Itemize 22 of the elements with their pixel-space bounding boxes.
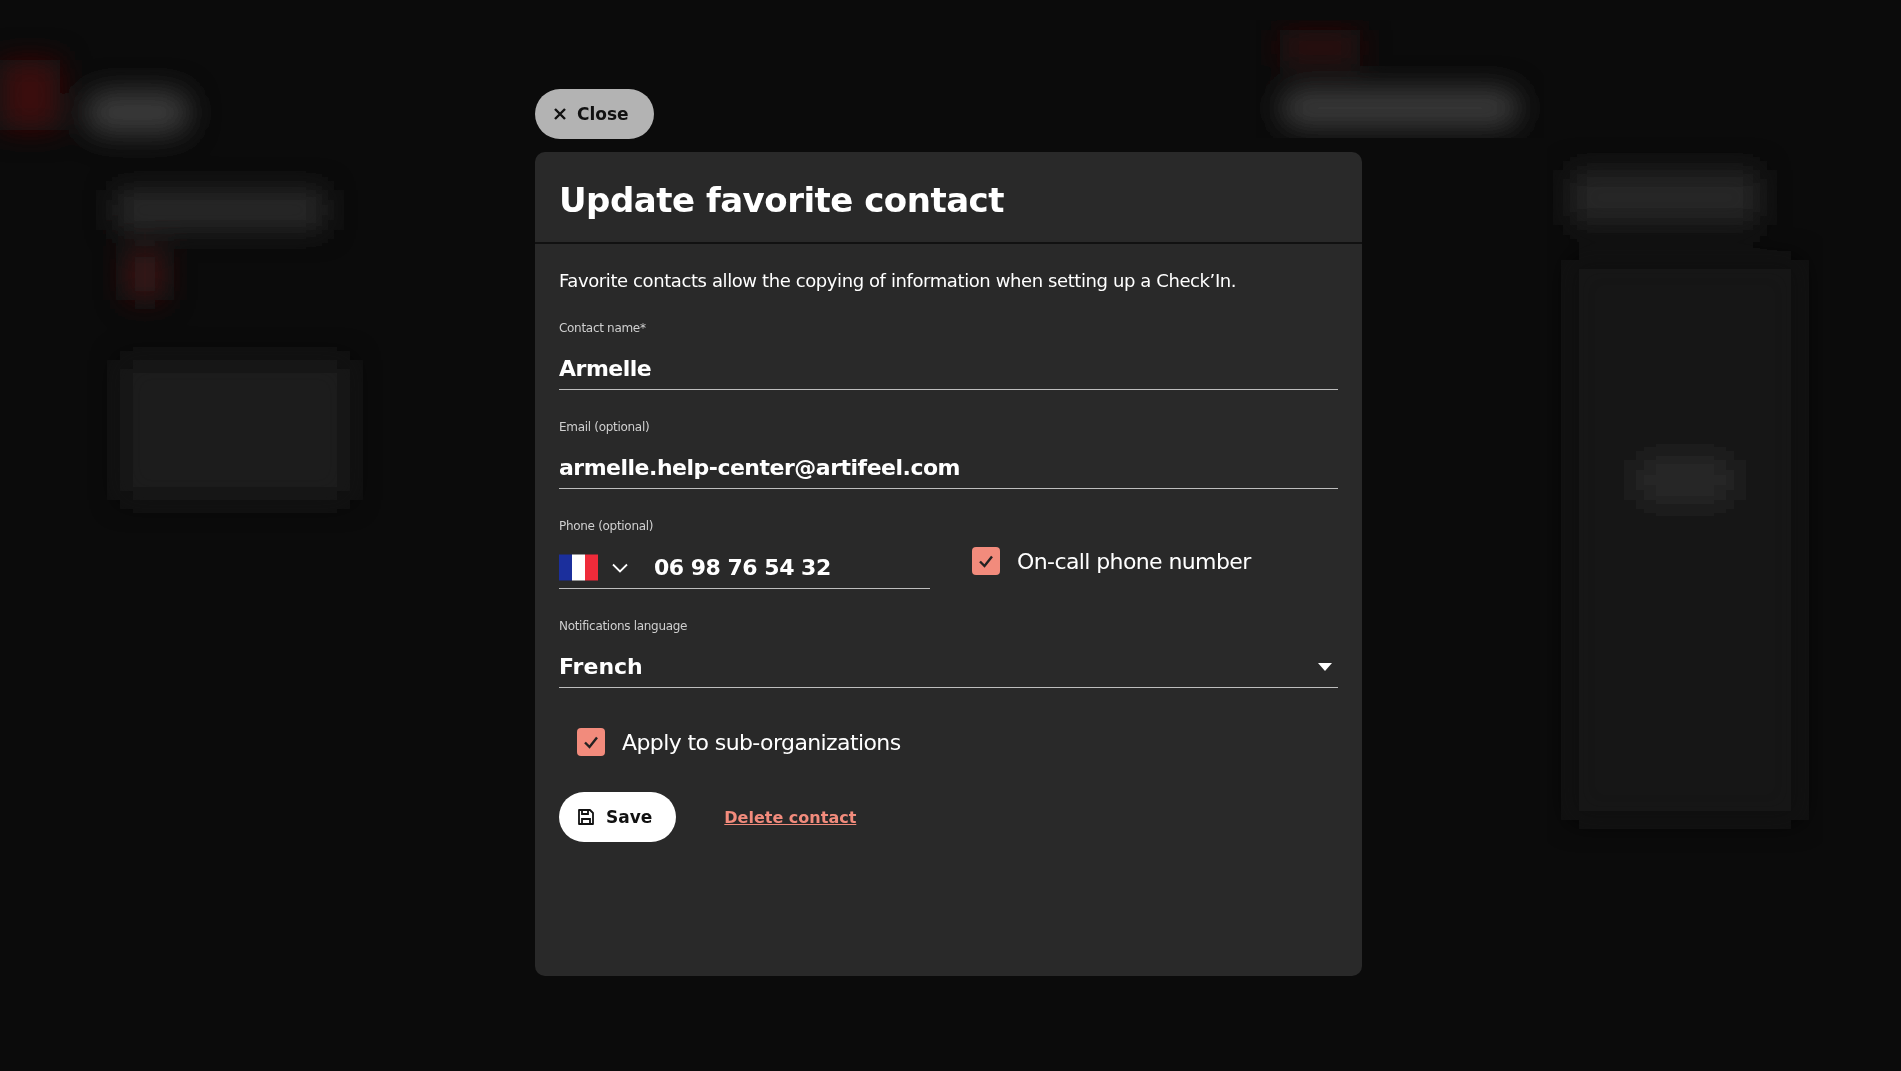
description-text: Favorite contacts allow the copying of information when setting up a Check’In. [559,270,1238,291]
checkbox-label: On-call phone number [1017,548,1251,574]
input-field[interactable]: armelle.help-center@artifeel.com [559,455,1338,489]
dropdown-arrow-icon [1318,662,1332,671]
field-label: Phone (optional) [559,519,655,533]
checkbox[interactable] [577,728,605,756]
field-label: Notifications language [559,619,689,633]
field-label: Contact name* [559,321,647,335]
dialog-title: Update favorite contact [559,180,1006,220]
flag-icon [559,554,598,581]
language-dropdown[interactable]: French [559,654,1338,688]
close-icon [553,107,567,121]
input-field[interactable]: Armelle [559,356,1338,390]
close-button[interactable]: Close [535,89,654,139]
field-label: Email (optional) [559,420,651,434]
checkbox-label: Apply to sub-organizations [622,729,901,755]
phone-field[interactable]: 06 98 76 54 32 [559,554,930,589]
phone-number-input[interactable]: 06 98 76 54 32 [654,555,930,580]
checkbox[interactable] [972,547,1000,575]
delete-contact-link[interactable]: Delete contact [724,807,857,827]
chevron-down-icon[interactable] [612,562,628,573]
save-button[interactable]: Save [559,792,677,842]
